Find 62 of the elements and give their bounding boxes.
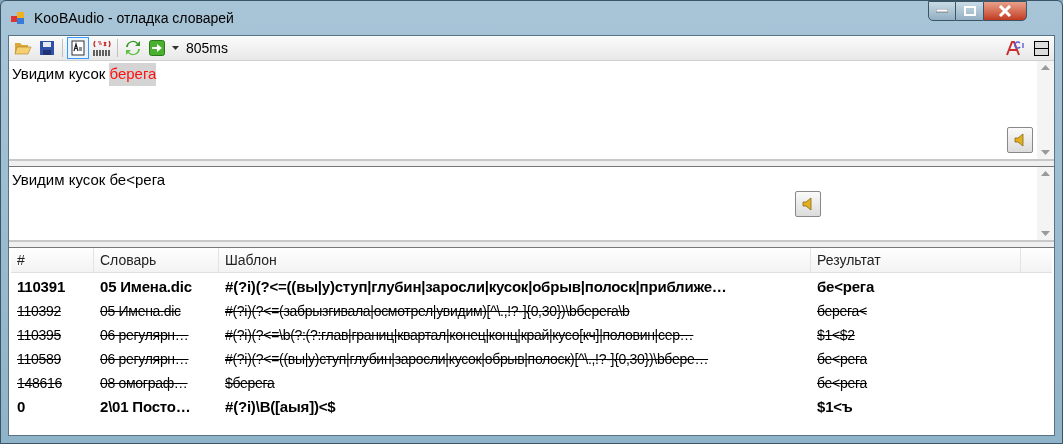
font-icon[interactable] (1006, 40, 1026, 56)
arrow-button[interactable] (146, 37, 168, 59)
table-cell: бе<рега (817, 278, 875, 295)
document-icon (71, 40, 85, 56)
minimize-icon (936, 9, 948, 13)
table-cell: 06 регулярн… (100, 351, 189, 367)
layout-icon[interactable] (1034, 40, 1049, 56)
source-text-area[interactable]: Увидим кусок берега (9, 61, 1054, 161)
table-cell: $1<$2 (817, 327, 855, 343)
column-header[interactable]: # (11, 248, 94, 272)
refresh-icon (125, 40, 141, 56)
highlighted-word: берега (109, 63, 157, 86)
table-cell: 0 (17, 398, 26, 415)
table-cell: 110589 (17, 351, 61, 367)
regex-icon (92, 39, 112, 57)
close-button[interactable] (983, 1, 1027, 21)
speak-button[interactable] (795, 191, 821, 217)
maximize-icon (963, 6, 976, 16)
scroll-up-icon[interactable] (1041, 65, 1050, 70)
table-cell: берега< (817, 303, 867, 319)
result-text-area[interactable]: Увидим кусок бе<рега (9, 167, 1054, 242)
save-icon (39, 40, 55, 56)
timing-label: 805ms (186, 38, 229, 58)
column-header[interactable]: Шаблон (219, 248, 811, 272)
table-cell: 05 Имена.dic (100, 303, 181, 319)
speaker-icon (1014, 133, 1026, 147)
column-header[interactable]: Результат (811, 248, 1021, 272)
window-title: KooBAudio - отладка словарей (34, 8, 234, 28)
scroll-down-icon[interactable] (1041, 150, 1050, 155)
scroll-down-icon[interactable] (1041, 231, 1050, 236)
table-cell: 110391 (17, 278, 66, 295)
table-cell: $1<ъ (817, 398, 853, 415)
table-cell: 08 омограф… (100, 375, 188, 391)
app-icon (10, 10, 26, 26)
result-text: Увидим кусок бе<рега (12, 170, 166, 190)
table-cell: 2\01 Посто… (100, 398, 191, 415)
maximize-button[interactable] (956, 1, 983, 21)
table-cell: #(?i)(?<=(забрызгивала|осмотрел|увидим)[^\.,!?-]{0,30})\bберега\b (225, 303, 630, 319)
table-cell: 148616 (17, 375, 62, 391)
speak-button[interactable] (1007, 127, 1033, 153)
table-cell: 06 регулярн… (100, 327, 189, 343)
table-cell: 110395 (17, 327, 61, 343)
scrollbar[interactable] (1037, 167, 1054, 240)
minimize-button[interactable] (928, 1, 956, 21)
folder-icon (14, 40, 32, 56)
table-cell: бе<рега (817, 375, 867, 391)
table-cell: #(?i)(?<=((вы|у)ступ|глубин|заросли|кусок|обрыв|полоск)[^\.,!?-]{0,30})\bберe… (225, 351, 709, 367)
table-cell: $берега (225, 375, 275, 391)
table-cell: 05 Имена.dic (100, 278, 192, 295)
close-icon (998, 5, 1012, 17)
scroll-up-icon[interactable] (1041, 171, 1050, 176)
table-cell: #(?i)(?<=((вы|у)ступ|глубин|заросли|кусок|обрыв|полоск|приближе… (225, 278, 727, 295)
caret-icon (171, 46, 179, 50)
column-header[interactable]: Словарь (94, 248, 219, 272)
source-text: Увидим кусок (12, 64, 107, 84)
table-cell: бе<рега (817, 351, 867, 367)
document-button[interactable] (67, 37, 89, 59)
table-cell: 110392 (17, 303, 61, 319)
table-cell: #(?i)\B([аыя])<$ (225, 398, 336, 415)
speaker-icon (802, 197, 814, 211)
scrollbar[interactable] (1037, 61, 1054, 159)
table-cell: #(?i)(?<=\b(?:(?:глав|границ|квартал|конец|конц|край|кусо[кч]|половин|сер… (225, 327, 694, 343)
